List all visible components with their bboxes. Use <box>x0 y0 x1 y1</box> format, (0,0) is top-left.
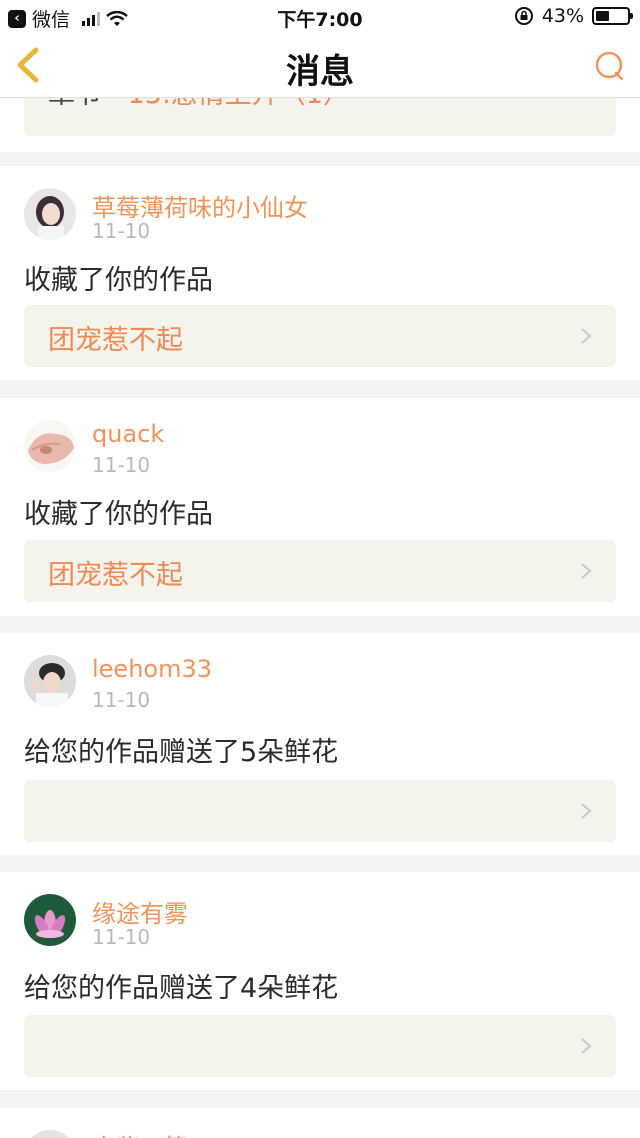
work-link-box[interactable] <box>24 780 616 842</box>
duck-cushion-avatar-icon <box>24 420 76 472</box>
message-list[interactable]: 章节 · 15.感情上升（1） 草莓薄荷味的小仙女 11-10 收藏了你的作品 … <box>0 98 640 1138</box>
chapter-link-text: 章节 · 15.感情上升（1） <box>48 98 350 111</box>
message-card: 宫紫一箫 <box>0 1108 640 1138</box>
status-right: 43% <box>514 5 633 27</box>
battery-percent: 43% <box>541 5 584 27</box>
message-card: 缘途有雾 11-10 给您的作品赠送了4朵鲜花 <box>0 872 640 1090</box>
message-date: 11-10 <box>92 219 151 243</box>
user-avatar[interactable] <box>24 420 76 472</box>
battery-icon <box>592 7 633 25</box>
work-link-box[interactable] <box>24 1015 616 1077</box>
work-link-box[interactable]: 团宠惹不起 <box>24 540 616 602</box>
chevron-right-icon <box>581 803 592 819</box>
user-name[interactable]: 宫紫一箫 <box>92 1128 188 1138</box>
chevron-right-icon <box>581 1038 592 1054</box>
user-avatar[interactable] <box>24 1130 76 1138</box>
user-avatar[interactable] <box>24 655 76 707</box>
message-card: quack 11-10 收藏了你的作品 团宠惹不起 <box>0 398 640 616</box>
message-text: 收藏了你的作品 <box>24 499 213 530</box>
user-name[interactable]: leehom33 <box>92 655 212 683</box>
status-bar: ‹ 微信 下午7:00 43% <box>0 0 640 32</box>
message-date: 11-10 <box>92 453 151 477</box>
user-name[interactable]: quack <box>92 420 164 448</box>
message-date: 11-10 <box>92 925 151 949</box>
rotation-lock-icon <box>514 7 533 25</box>
message-text: 给您的作品赠送了5朵鲜花 <box>24 737 339 768</box>
message-date: 11-10 <box>92 688 151 712</box>
message-card: leehom33 11-10 给您的作品赠送了5朵鲜花 <box>0 633 640 855</box>
nav-bar: 消息 <box>0 32 640 98</box>
user-avatar[interactable] <box>24 894 76 946</box>
message-text: 收藏了你的作品 <box>24 265 213 296</box>
message-card: 草莓薄荷味的小仙女 11-10 收藏了你的作品 团宠惹不起 <box>0 166 640 380</box>
girl-portrait-avatar-icon <box>24 188 76 240</box>
user-name[interactable]: 草莓薄荷味的小仙女 <box>92 188 308 223</box>
battery-fill <box>596 11 609 21</box>
man-portrait-avatar-icon <box>24 655 76 707</box>
lotus-flower-avatar-icon <box>24 894 76 946</box>
work-link-box[interactable]: 团宠惹不起 <box>24 305 616 367</box>
work-title: 团宠惹不起 <box>48 560 183 591</box>
search-icon[interactable] <box>594 50 626 82</box>
chevron-right-icon <box>581 563 592 579</box>
page-title: 消息 <box>286 52 354 92</box>
chevron-right-icon <box>581 328 592 344</box>
message-text: 给您的作品赠送了4朵鲜花 <box>24 973 339 1004</box>
message-card-top: 章节 · 15.感情上升（1） <box>0 98 640 152</box>
user-avatar[interactable] <box>24 188 76 240</box>
chapter-link-box[interactable]: 章节 · 15.感情上升（1） <box>24 98 616 136</box>
user-name[interactable]: 缘途有雾 <box>92 894 188 929</box>
work-title: 团宠惹不起 <box>48 325 183 356</box>
